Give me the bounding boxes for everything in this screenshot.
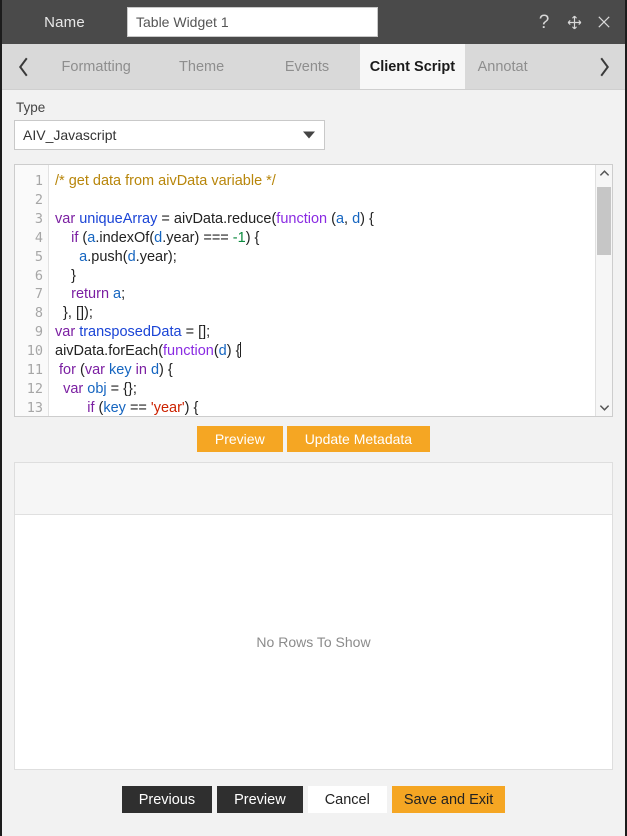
chevron-down-icon[interactable] <box>596 399 612 416</box>
code-line: var obj = {}; <box>63 380 137 397</box>
tab-label: Theme <box>179 58 225 75</box>
tab-theme[interactable]: Theme <box>149 44 255 89</box>
editor-code-area[interactable]: /* get data from aivData variable */ var… <box>49 165 595 416</box>
cancel-button[interactable]: Cancel <box>307 786 387 813</box>
code-line: if (a.indexOf(d.year) === -1) { <box>71 229 260 246</box>
widget-config-dialog: Name ? <box>0 0 627 836</box>
script-code-editor[interactable]: 1 2 3 4 5 6 7 8 9 10 11 12 13 /* get dat… <box>14 164 613 417</box>
update-metadata-button[interactable]: Update Metadata <box>286 426 431 452</box>
line-number: 9 <box>34 324 43 341</box>
code-line: aivData.forEach(function(d) { <box>55 342 242 360</box>
editor-line-number-gutter: 1 2 3 4 5 6 7 8 9 10 11 12 13 <box>15 165 49 416</box>
tab-label: Annotat <box>477 58 528 75</box>
code-line: } <box>55 267 76 284</box>
code-line: if (key == 'year') { <box>87 399 199 416</box>
help-icon[interactable]: ? <box>535 11 553 33</box>
line-number: 2 <box>34 191 43 208</box>
tab-label: Formatting <box>61 58 131 75</box>
line-number: 13 <box>26 399 43 416</box>
script-type-select-value[interactable]: AIV_Javascript <box>14 120 325 150</box>
grid-body: No Rows To Show <box>15 515 612 769</box>
scrollbar-thumb[interactable] <box>597 187 611 255</box>
code-line: a.push(d.year); <box>79 248 177 265</box>
editor-vertical-scrollbar[interactable] <box>595 165 612 416</box>
close-x-icon[interactable] <box>595 11 613 33</box>
title-bar-actions: ? <box>535 0 613 44</box>
footer-preview-button[interactable]: Preview <box>217 786 303 813</box>
tab-bar: Formatting Theme Events Client Script An… <box>2 44 625 90</box>
line-number: 5 <box>34 248 43 265</box>
text-cursor <box>240 342 242 358</box>
tab-annotations[interactable]: Annotat <box>465 44 583 89</box>
code-line: var transposedData = []; <box>55 324 211 341</box>
no-rows-message: No Rows To Show <box>256 634 371 650</box>
save-and-exit-button[interactable]: Save and Exit <box>391 786 506 813</box>
move-four-arrows-icon[interactable] <box>565 11 583 33</box>
preview-grid-panel: No Rows To Show <box>14 462 613 770</box>
line-number: 10 <box>26 343 43 360</box>
tab-label: Client Script <box>369 58 456 75</box>
dialog-title-bar: Name ? <box>2 0 625 44</box>
tabs-strip: Formatting Theme Events Client Script An… <box>44 44 583 89</box>
line-number: 1 <box>34 173 43 189</box>
dialog-footer: Previous Preview Cancel Save and Exit <box>14 770 613 813</box>
code-line: /* get data from aivData variable */ <box>55 173 276 189</box>
grid-column-header <box>15 463 612 515</box>
tab-events[interactable]: Events <box>254 44 361 89</box>
type-field-label: Type <box>16 100 46 115</box>
code-line: for (var key in d) { <box>59 362 173 379</box>
code-line: return a; <box>71 286 126 303</box>
line-number: 6 <box>34 267 43 284</box>
widget-name-input[interactable] <box>127 7 378 37</box>
line-number: 12 <box>26 380 43 397</box>
tab-scroll-right-button[interactable] <box>583 44 625 89</box>
name-label: Name <box>44 13 85 31</box>
code-line: }, []); <box>55 305 93 322</box>
previous-button[interactable]: Previous <box>121 786 213 813</box>
tab-label: Events <box>284 58 330 75</box>
script-type-select[interactable]: AIV_Javascript <box>14 120 325 150</box>
tab-client-script[interactable]: Client Script <box>360 44 466 89</box>
tab-scroll-left-button[interactable] <box>2 44 44 89</box>
line-number: 3 <box>34 210 43 227</box>
tab-formatting[interactable]: Formatting <box>44 44 150 89</box>
dialog-body: Type AIV_Javascript 1 2 3 4 5 6 7 8 9 10… <box>2 90 625 836</box>
code-line: var uniqueArray = aivData.reduce(functio… <box>55 210 374 227</box>
preview-button[interactable]: Preview <box>196 426 283 452</box>
chevron-up-icon[interactable] <box>596 165 612 182</box>
editor-action-buttons: Preview Update Metadata <box>14 417 613 462</box>
line-number: 8 <box>34 305 43 322</box>
line-number: 4 <box>34 229 43 246</box>
line-number: 11 <box>26 362 43 379</box>
line-number: 7 <box>34 286 43 303</box>
